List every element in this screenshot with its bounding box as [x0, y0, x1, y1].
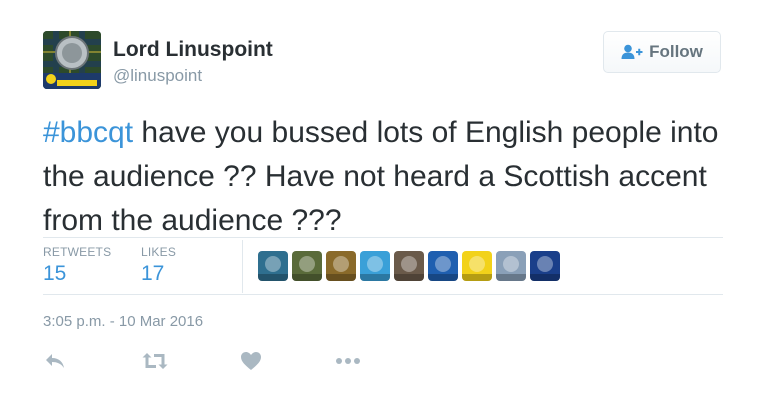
reply-button[interactable]	[40, 346, 70, 376]
tweet-body-text: have you bussed lots of English people i…	[43, 116, 719, 237]
retweet-icon	[142, 353, 168, 369]
avatar-ornament-graphic	[258, 256, 288, 281]
likes-stat[interactable]: LIKES 17	[141, 245, 176, 286]
more-button[interactable]	[333, 346, 363, 376]
likes-count[interactable]: 17	[141, 262, 176, 286]
avatar-badge-graphic	[326, 256, 356, 281]
avatar-building-graphic	[394, 256, 424, 281]
retweet-button[interactable]	[140, 346, 170, 376]
avatar-kate-forbes-icon[interactable]	[360, 251, 390, 281]
avatar-badge-icon[interactable]	[326, 251, 356, 281]
likes-label: LIKES	[141, 245, 177, 259]
avatar-snp-flag-icon[interactable]	[496, 251, 526, 281]
retweets-count[interactable]: 15	[43, 262, 111, 286]
avatar-n-snp-icon[interactable]	[530, 251, 560, 281]
stats-vertical-divider	[242, 240, 243, 293]
more-dots-icon	[336, 358, 360, 364]
follow-button[interactable]: Follow	[603, 31, 721, 73]
avatar-n-snp-graphic	[530, 256, 560, 281]
user-avatar[interactable]	[43, 31, 101, 89]
user-display-name[interactable]: Lord Linuspoint	[113, 38, 273, 62]
tweet-card: Lord Linuspoint @linuspoint Follow #bbcq…	[0, 0, 768, 408]
avatar-photo-graphic	[292, 256, 322, 281]
avatar-kate-forbes-graphic	[360, 256, 390, 281]
avatar-snp-graphic	[462, 256, 492, 281]
stats-divider-top	[43, 237, 723, 238]
tartan-crest-image	[43, 31, 101, 89]
tweet-timestamp[interactable]: 3:05 p.m. - 10 Mar 2016	[43, 313, 203, 330]
hashtag-link[interactable]: #bbcqt	[43, 116, 133, 149]
stats-divider-bottom	[43, 294, 723, 295]
retweets-stat[interactable]: RETWEETS 15	[43, 245, 111, 286]
avatar-saltire-icon[interactable]	[428, 251, 458, 281]
heart-icon	[241, 352, 261, 370]
avatar-saltire-graphic	[428, 256, 458, 281]
avatar-photo-icon[interactable]	[292, 251, 322, 281]
user-handle[interactable]: @linuspoint	[113, 66, 202, 86]
avatar-snp-flag-graphic	[496, 256, 526, 281]
follow-button-label: Follow	[649, 42, 703, 61]
like-button[interactable]	[236, 346, 266, 376]
tweet-text: #bbcqt have you bussed lots of English p…	[43, 111, 743, 243]
retweets-label: RETWEETS	[43, 245, 112, 259]
avatar-building-icon[interactable]	[394, 251, 424, 281]
reply-icon	[46, 354, 64, 368]
avatar-snp-icon[interactable]	[462, 251, 492, 281]
follow-user-icon	[621, 44, 643, 59]
likers-avatar-list	[258, 251, 560, 281]
avatar-ornament-icon[interactable]	[258, 251, 288, 281]
